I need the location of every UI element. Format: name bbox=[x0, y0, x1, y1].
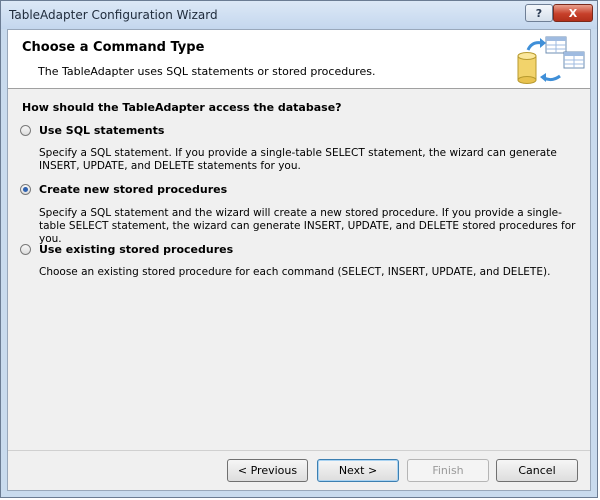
option-description: Specify a SQL statement and the wizard w… bbox=[39, 207, 576, 245]
page-subtitle: The TableAdapter uses SQL statements or … bbox=[38, 65, 376, 78]
button-separator bbox=[8, 450, 590, 451]
option-label: Use existing stored procedures bbox=[39, 243, 234, 256]
previous-button[interactable]: < Previous bbox=[227, 459, 308, 482]
option-description: Specify a SQL statement. If you provide … bbox=[39, 147, 557, 172]
database-table-icon bbox=[517, 36, 585, 84]
wizard-body: Choose a Command Type The TableAdapter u… bbox=[7, 29, 591, 491]
window-title: TableAdapter Configuration Wizard bbox=[9, 8, 218, 22]
option-label: Create new stored procedures bbox=[39, 183, 228, 196]
page-title: Choose a Command Type bbox=[22, 40, 205, 55]
option-use-existing-procedures[interactable]: Use existing stored procedures bbox=[20, 243, 233, 256]
radio-use-sql-statements[interactable] bbox=[20, 125, 31, 136]
radio-use-existing-procedures[interactable] bbox=[20, 244, 31, 255]
access-question: How should the TableAdapter access the d… bbox=[22, 101, 342, 114]
close-button[interactable]: X bbox=[553, 4, 593, 22]
option-label: Use SQL statements bbox=[39, 124, 165, 137]
cancel-button[interactable]: Cancel bbox=[496, 459, 578, 482]
title-bar[interactable]: TableAdapter Configuration Wizard ? X bbox=[1, 1, 597, 29]
wizard-header: Choose a Command Type The TableAdapter u… bbox=[8, 30, 590, 89]
help-button[interactable]: ? bbox=[525, 4, 553, 22]
option-create-stored-procedures[interactable]: Create new stored procedures bbox=[20, 183, 227, 196]
finish-button[interactable]: Finish bbox=[407, 459, 489, 482]
radio-create-stored-procedures[interactable] bbox=[20, 184, 31, 195]
next-button[interactable]: Next > bbox=[317, 459, 399, 482]
option-description: Choose an existing stored procedure for … bbox=[39, 266, 551, 278]
wizard-window: TableAdapter Configuration Wizard ? X Ch… bbox=[0, 0, 598, 498]
option-use-sql-statements[interactable]: Use SQL statements bbox=[20, 124, 164, 137]
